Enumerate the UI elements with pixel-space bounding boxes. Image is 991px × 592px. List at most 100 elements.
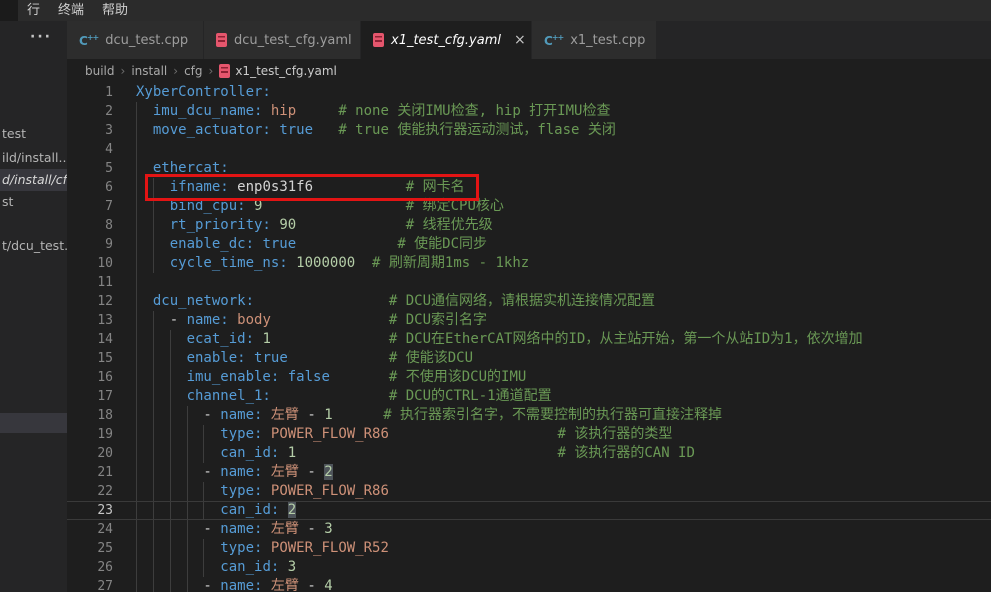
- code-line-11[interactable]: 11: [67, 273, 991, 292]
- code-line-3[interactable]: 3 move_actuator: true # true 使能执行器运动测试，f…: [67, 121, 991, 140]
- code-editor[interactable]: 1XyberController:2 imu_dcu_name: hip # n…: [67, 83, 991, 592]
- tab-dcu_test_cfg.yaml[interactable]: dcu_test_cfg.yaml: [204, 21, 361, 59]
- token-plain: [229, 312, 237, 328]
- main-layout: ··· testild/install...d/install/cfgst t/d…: [0, 21, 991, 592]
- line-number: 18: [67, 406, 113, 425]
- code-line-20[interactable]: 20 can_id: 1 # 该执行器的CAN ID: [67, 444, 991, 463]
- token-plain: [262, 483, 270, 499]
- code-line-21[interactable]: 21 - name: 左臂 - 2: [67, 463, 991, 482]
- indent-guide: [136, 539, 137, 558]
- indent-guide: [170, 406, 171, 425]
- code-line-1[interactable]: 1XyberController:: [67, 83, 991, 102]
- token-plain: [279, 559, 287, 575]
- code-line-24[interactable]: 24 - name: 左臂 - 3: [67, 520, 991, 539]
- tab-x1_test_cfg.yaml[interactable]: x1_test_cfg.yaml×: [361, 21, 532, 59]
- code-content: type: POWER_FLOW_R52: [113, 539, 991, 558]
- code-line-8[interactable]: 8 rt_priority: 90 # 线程优先级: [67, 216, 991, 235]
- sidebar-item[interactable]: test: [0, 123, 67, 145]
- indent-guide: [153, 387, 154, 406]
- indent-guide: [187, 463, 188, 482]
- token-key: bind_cpu:: [170, 198, 246, 214]
- code-content: ethercat:: [113, 159, 991, 178]
- tab-label: dcu_test_cfg.yaml: [234, 33, 352, 48]
- token-key: ecat_id:: [187, 331, 254, 347]
- code-line-13[interactable]: 13 - name: body # DCU索引名字: [67, 311, 991, 330]
- code-line-18[interactable]: 18 - name: 左臂 - 1 # 执行器索引名字，不需要控制的执行器可直接…: [67, 406, 991, 425]
- indent-guide: [136, 330, 137, 349]
- token-plain: [136, 331, 187, 347]
- indent-guide: [136, 482, 137, 501]
- line-number: 13: [67, 311, 113, 330]
- token-str: body: [237, 312, 271, 328]
- code-line-17[interactable]: 17 channel_1: # DCU的CTRL-1通道配置: [67, 387, 991, 406]
- menu-item-帮助[interactable]: 帮助: [93, 0, 137, 21]
- menu-item-终端[interactable]: 终端: [49, 0, 93, 21]
- token-plain: [136, 483, 220, 499]
- indent-guide: [170, 444, 171, 463]
- tab-label: x1_test.cpp: [570, 33, 645, 48]
- token-plain: -: [299, 521, 324, 537]
- code-line-5[interactable]: 5 ethercat:: [67, 159, 991, 178]
- code-line-25[interactable]: 25 type: POWER_FLOW_R52: [67, 539, 991, 558]
- code-line-22[interactable]: 22 type: POWER_FLOW_R86: [67, 482, 991, 501]
- indent-guide: [153, 425, 154, 444]
- tab-x1_test.cpp[interactable]: C++x1_test.cpp: [532, 21, 657, 59]
- token-num: 3: [288, 559, 296, 575]
- code-line-23[interactable]: 23 can_id: 2: [67, 501, 991, 520]
- indent-guide: [203, 482, 204, 501]
- token-num: 3: [324, 521, 332, 537]
- code-line-14[interactable]: 14 ecat_id: 1 # DCU在EtherCAT网络中的ID，从主站开始…: [67, 330, 991, 349]
- code-content: XyberController:: [113, 83, 991, 102]
- indent-guide: [153, 178, 154, 197]
- code-line-9[interactable]: 9 enable_dc: true # 使能DC同步: [67, 235, 991, 254]
- token-comment: # DCU的CTRL-1通道配置: [271, 388, 552, 404]
- token-comment: # DCU索引名字: [271, 312, 487, 328]
- token-key: rt_priority:: [170, 217, 271, 233]
- line-number: 8: [67, 216, 113, 235]
- token-plain: [279, 369, 287, 385]
- sidebar-empty-highlight-row[interactable]: [0, 413, 67, 433]
- breadcrumb-item-build[interactable]: build: [85, 64, 115, 78]
- more-actions-icon[interactable]: ···: [30, 29, 52, 45]
- breadcrumb-file[interactable]: x1_test_cfg.yaml: [219, 64, 337, 78]
- code-line-10[interactable]: 10 cycle_time_ns: 1000000 # 刷新周期1ms - 1k…: [67, 254, 991, 273]
- token-str: 左臂: [271, 578, 299, 592]
- breadcrumb-item-cfg[interactable]: cfg: [184, 64, 202, 78]
- token-str: POWER_FLOW_R86: [271, 426, 389, 442]
- token-plain: [262, 540, 270, 556]
- line-number: 25: [67, 539, 113, 558]
- tab-dcu_test.cpp[interactable]: C++dcu_test.cpp: [67, 21, 204, 59]
- menu-item-行[interactable]: 行: [18, 0, 49, 21]
- token-key: enable:: [187, 350, 246, 366]
- code-line-2[interactable]: 2 imu_dcu_name: hip # none 关闭IMU检查, hip …: [67, 102, 991, 121]
- indent-guide: [170, 330, 171, 349]
- code-content: - name: 左臂 - 4: [113, 577, 991, 592]
- indent-guide: [187, 482, 188, 501]
- code-line-6[interactable]: 6 ifname: enp0s31f6 # 网卡名: [67, 178, 991, 197]
- code-line-16[interactable]: 16 imu_enable: false # 不使用该DCU的IMU: [67, 368, 991, 387]
- code-line-26[interactable]: 26 can_id: 3: [67, 558, 991, 577]
- token-plain: -: [136, 521, 220, 537]
- indent-guide: [136, 197, 137, 216]
- sidebar-item[interactable]: ild/install...: [0, 147, 67, 169]
- token-plain: [136, 540, 220, 556]
- code-line-4[interactable]: 4: [67, 140, 991, 159]
- token-plain: [262, 103, 270, 119]
- sidebar-item[interactable]: st: [0, 191, 67, 213]
- token-plain: [136, 369, 187, 385]
- indent-guide: [136, 502, 137, 519]
- code-line-19[interactable]: 19 type: POWER_FLOW_R86 # 该执行器的类型: [67, 425, 991, 444]
- sidebar-item[interactable]: t/dcu_test...: [0, 235, 67, 257]
- token-plain: [136, 103, 153, 119]
- sidebar-item[interactable]: d/install/cfg: [0, 169, 67, 191]
- indent-guide: [170, 577, 171, 592]
- token-comment: # 网卡名: [313, 179, 465, 195]
- indent-guide: [136, 140, 137, 159]
- tab-close-icon[interactable]: ×: [514, 33, 526, 47]
- code-line-27[interactable]: 27 - name: 左臂 - 4: [67, 577, 991, 592]
- code-content: - name: 左臂 - 3: [113, 520, 991, 539]
- code-line-7[interactable]: 7 bind_cpu: 9 # 绑定CPU核心: [67, 197, 991, 216]
- code-line-15[interactable]: 15 enable: true # 使能该DCU: [67, 349, 991, 368]
- code-line-12[interactable]: 12 dcu_network: # DCU通信网络，请根据实机连接情况配置: [67, 292, 991, 311]
- breadcrumb-item-install[interactable]: install: [131, 64, 167, 78]
